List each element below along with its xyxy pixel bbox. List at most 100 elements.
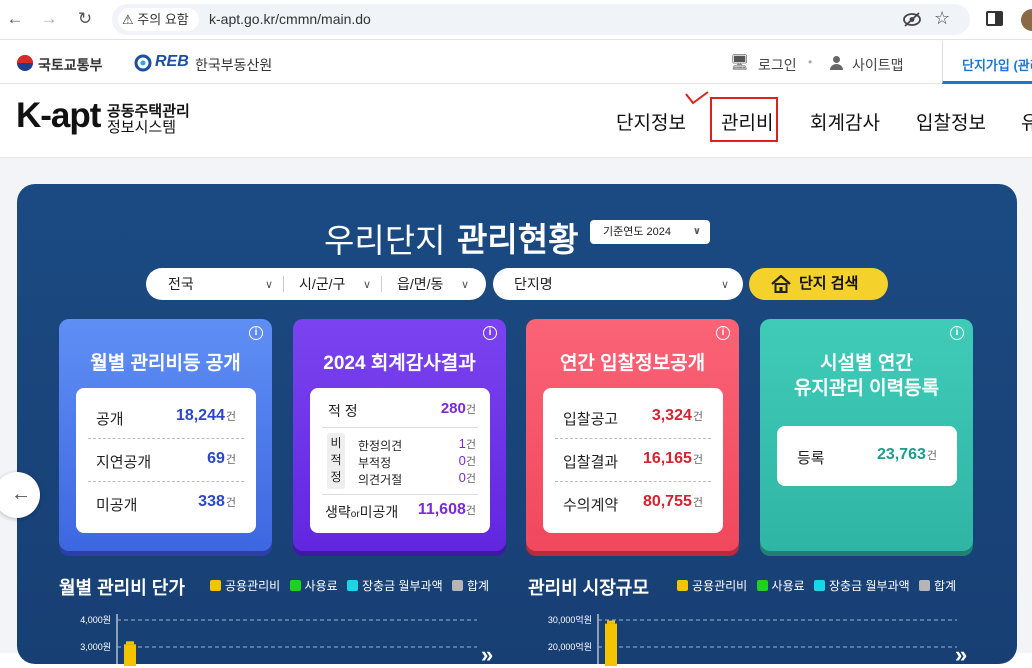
back-icon[interactable]: ← [4, 8, 26, 30]
card-title: 월별 관리비등 공개 [90, 353, 241, 374]
legend-swatch [814, 580, 826, 591]
menu-bid-info[interactable]: 입찰정보 [916, 108, 986, 135]
chart-title-left: 월별 관리비 단가 [59, 578, 185, 598]
omit-label: 생략or미공개 [325, 502, 398, 522]
chevron-down-icon: ∨ [265, 279, 274, 291]
reload-icon[interactable]: ↻ [74, 8, 96, 30]
card-body: 적 정 280건 비 적 정 한정의견 1건 부적정 0건 의견거절 0건 생략… [310, 388, 490, 533]
stat-row: 입찰결과 16,165건 [543, 439, 723, 481]
legend-swatch [289, 580, 301, 591]
chevron-down-icon: ∨ [692, 226, 701, 237]
complex-select[interactable]: 단지명 ∨ [493, 268, 743, 300]
security-warning-chip[interactable]: ⚠ 주의 요함 [118, 8, 199, 31]
login-link[interactable]: 로그인 [758, 55, 797, 75]
card-body: 등록 23,763건 [777, 426, 957, 486]
stat-unit: 건 [692, 411, 703, 423]
utility-bar: 국토교통부 REB 한국부동산원 🖥 로그인 • 사이트맵 단지가입 (관리 [0, 41, 1032, 84]
non-proper-badge: 비 적 정 [327, 433, 345, 489]
y-tick-label: 3,000원 [80, 642, 111, 652]
monthly-fee-chart: 4,000원 3,000원 [80, 614, 477, 666]
bar-common-fee [605, 623, 617, 666]
menu-accounting-audit[interactable]: 회계감사 [810, 108, 880, 135]
year-select[interactable]: 기준연도 2024 ∨ [590, 220, 710, 244]
menu-management-fee[interactable]: 관리비 [721, 108, 773, 135]
stat-value: 23,763 [876, 446, 926, 463]
sitemap-link[interactable]: 사이트맵 [852, 55, 904, 75]
card-body: 공개 18,244건 지연공개 69건 미공개 338건 [76, 388, 256, 533]
chart-legend-left: 공용관리비 사용료 장충금 월부과액 합계 [210, 577, 489, 594]
legend-item: 공용관리비 [210, 579, 280, 593]
join-complex-label: 단지가입 (관리 [962, 58, 1032, 73]
menu-more[interactable]: 유 [1021, 108, 1032, 135]
sub-unit: 건 [465, 456, 476, 468]
card-annual-bid[interactable]: i 연간 입찰정보공개 입찰공고 3,324건 입찰결과 16,165건 수의계… [526, 319, 739, 551]
panel-title-bold: 관리현황 [457, 221, 579, 258]
join-complex-tab[interactable]: 단지가입 (관리 [942, 41, 1032, 84]
legend-swatch [756, 580, 768, 591]
card-audit-result[interactable]: i 2024 회계감사결과 적 정 280건 비 적 정 한정의견 1건 부적정… [293, 319, 506, 551]
bar-cap [607, 620, 615, 624]
sub-label: 한정의견 [358, 439, 403, 453]
bar-common-fee [124, 644, 136, 666]
y-tick-label: 30,000억원 [548, 614, 592, 625]
side-panel-icon[interactable] [986, 11, 1003, 26]
address-bar[interactable]: ⚠ 주의 요함 k-apt.go.kr/cmmn/main.do ☆ [112, 4, 970, 35]
legend-label: 합계 [933, 579, 957, 593]
nondisclosed-text: 미공개 [359, 504, 399, 520]
main-area: 우리단지 관리현황 기준연도 2024 ∨ 전국 ∨ 시/군/구 ∨ 읍/면/동… [0, 158, 1032, 667]
legend-label: 장충금 월부과액 [829, 579, 910, 593]
town-select-label[interactable]: 읍/면/동 [397, 268, 443, 300]
bookmark-star-icon[interactable]: ☆ [934, 8, 950, 29]
red-check-mark [685, 91, 709, 105]
site-header: K-apt 공동주택관리 정보시스템 단지정보 관리비 회계감사 입찰정보 유 [0, 84, 1032, 158]
next-chevron-icon[interactable]: » [481, 642, 493, 668]
stat-label: 입찰결과 [563, 454, 619, 471]
info-icon[interactable]: i [483, 326, 497, 340]
legend-item: 사용료 [289, 579, 338, 593]
user-icon [830, 56, 843, 70]
sub-value: 0 [458, 470, 466, 485]
ministry-link[interactable]: 국토교통부 [38, 55, 102, 75]
stat-unit: 건 [692, 454, 703, 466]
stat-value: 3,324 [651, 407, 692, 424]
stat-value: 80,755 [642, 493, 692, 510]
panel-title-light: 우리단지 [324, 222, 446, 259]
legend-swatch [451, 580, 463, 591]
stat-row: 미공개 338건 [76, 482, 256, 524]
chart-legend-right: 공용관리비 사용료 장충금 월부과액 합계 [677, 577, 956, 594]
card-facility-history[interactable]: i 시설별 연간 유지관리 이력등록 등록 23,763건 [760, 319, 973, 551]
info-icon[interactable]: i [716, 326, 730, 340]
reb-link[interactable]: 한국부동산원 [195, 55, 272, 75]
reb-logo-text[interactable]: REB [155, 53, 189, 71]
profile-avatar[interactable] [1021, 9, 1032, 31]
complex-select-label: 단지명 [514, 276, 553, 292]
legend-item: 장충금 월부과액 [814, 579, 910, 593]
kapt-logo[interactable]: K-apt [16, 96, 101, 136]
stat-label: 입찰공고 [563, 411, 619, 428]
eye-off-icon[interactable] [902, 11, 922, 28]
stat-row: 수의계약 80,755건 [543, 482, 723, 524]
menu-complex-info[interactable]: 단지정보 [616, 108, 686, 135]
divider [322, 427, 478, 428]
city-select-label[interactable]: 시/군/구 [299, 268, 345, 300]
region-select-label[interactable]: 전국 [168, 268, 194, 300]
complex-search-button[interactable]: 단지 검색 [749, 268, 888, 300]
divider [381, 276, 382, 292]
stat-label: 등록 [797, 450, 825, 467]
card-monthly-fee[interactable]: i 월별 관리비등 공개 공개 18,244건 지연공개 69건 미공개 338… [59, 319, 272, 551]
y-tick-label: 4,000원 [80, 615, 111, 625]
stat-value: 338 [198, 493, 225, 510]
stat-unit: 건 [225, 454, 236, 466]
home-icon [771, 275, 791, 293]
stat-row: 입찰공고 3,324건 [543, 396, 723, 438]
status-panel: 우리단지 관리현황 기준연도 2024 ∨ 전국 ∨ 시/군/구 ∨ 읍/면/동… [17, 184, 1017, 667]
stat-value: 16,165 [642, 450, 692, 467]
info-icon[interactable]: i [249, 326, 263, 340]
stat-row: 등록 23,763건 [777, 435, 957, 477]
reb-emblem-icon [134, 54, 152, 72]
card-body: 입찰공고 3,324건 입찰결과 16,165건 수의계약 80,755건 [543, 388, 723, 533]
forward-icon[interactable]: → [38, 8, 60, 30]
next-chevron-icon[interactable]: » [955, 642, 967, 668]
stat-row: 지연공개 69건 [76, 439, 256, 481]
info-icon[interactable]: i [950, 326, 964, 340]
